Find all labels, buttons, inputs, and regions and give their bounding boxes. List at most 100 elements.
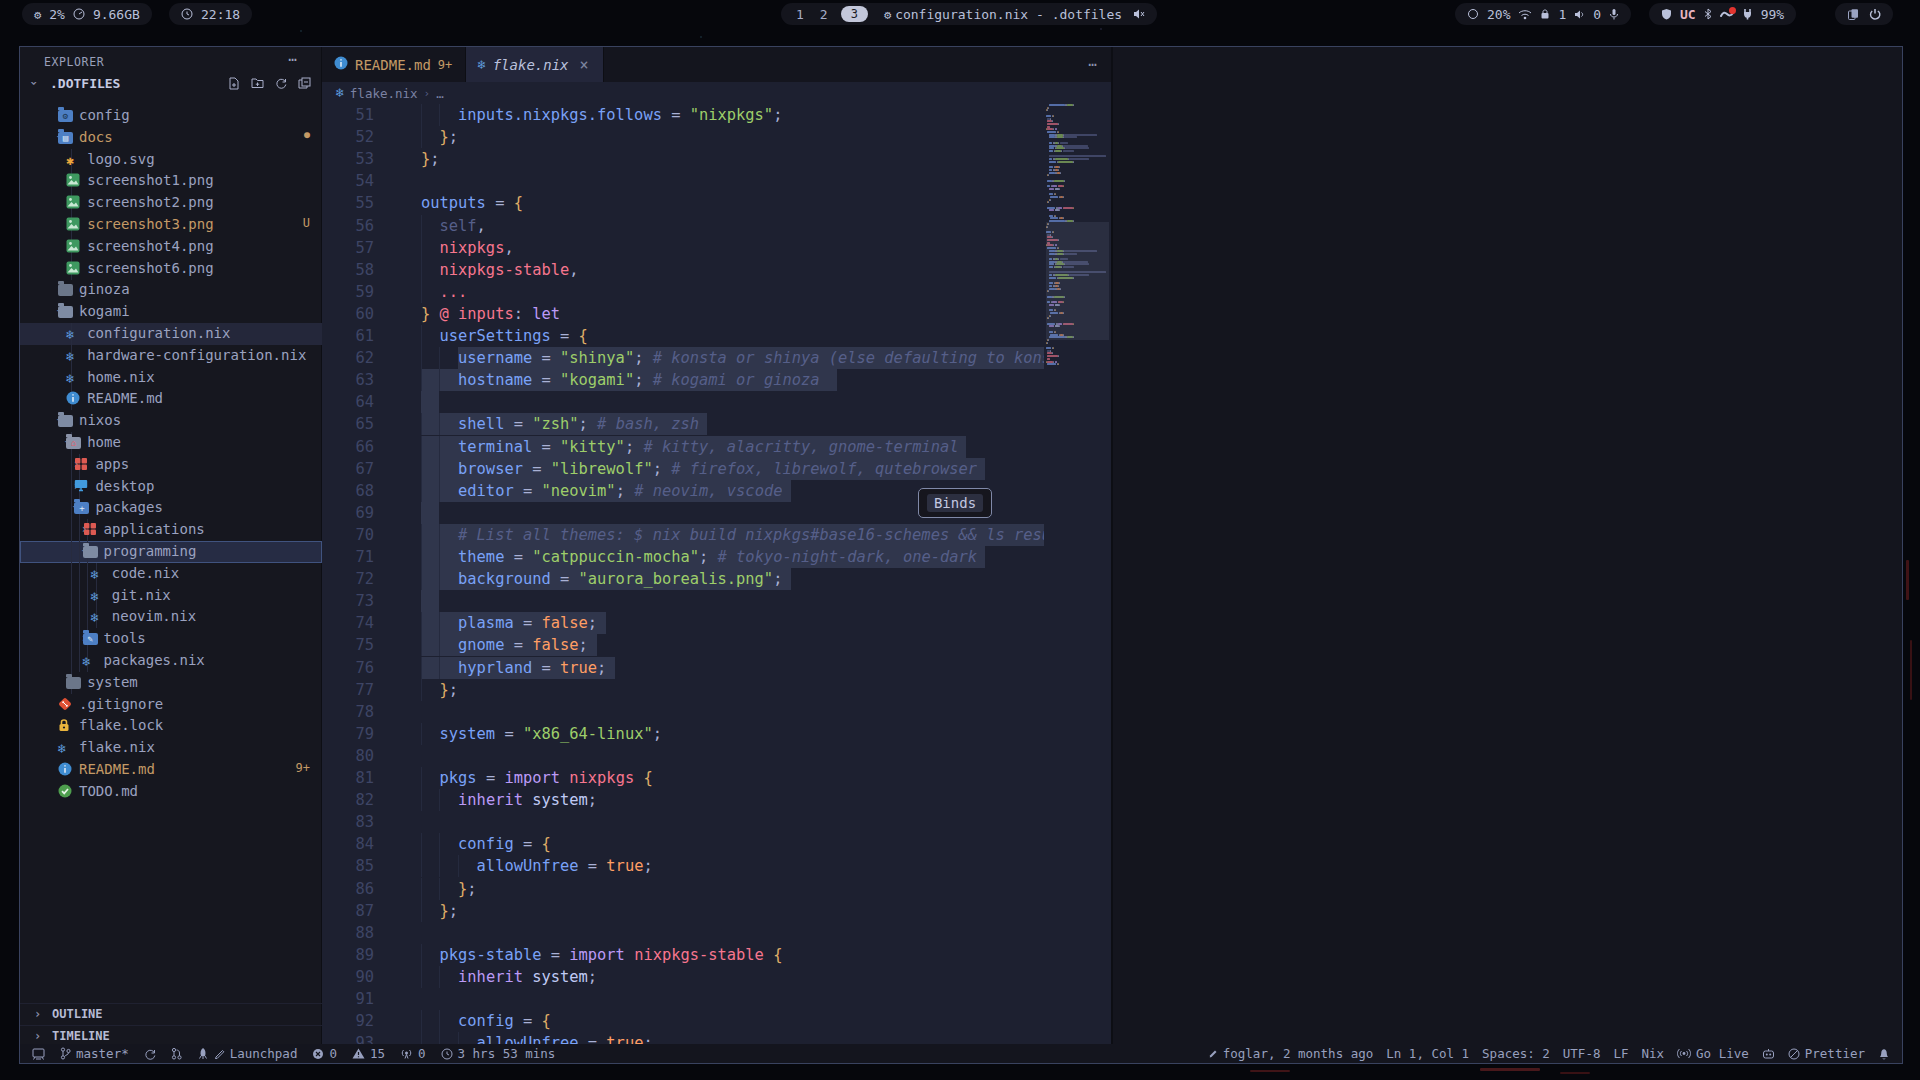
- breadcrumb-item[interactable]: flake.nix: [350, 86, 418, 101]
- file-icon: [83, 522, 99, 538]
- tree-item-screenshot1.png[interactable]: screenshot1.png: [20, 170, 322, 192]
- workspace[interactable]: 1: [793, 7, 807, 22]
- mic-icon: [1609, 8, 1619, 20]
- editor-actions-more[interactable]: ⋯: [1089, 56, 1097, 72]
- time-tracker[interactable]: 3 hrs 53 mins: [441, 1046, 556, 1061]
- radio-icon: [400, 1048, 413, 1060]
- tab-close-icon[interactable]: ×: [580, 56, 589, 74]
- tree-item-desktop[interactable]: ›desktop: [20, 476, 322, 498]
- volume-value: 0: [1593, 7, 1601, 22]
- git-sync[interactable]: [144, 1048, 156, 1060]
- tree-item-screenshot4.png[interactable]: screenshot4.png: [20, 236, 322, 258]
- explorer-root[interactable]: › .DOTFILES: [20, 73, 321, 95]
- power-icon[interactable]: [1869, 8, 1881, 20]
- git-branch[interactable]: master*: [60, 1046, 129, 1061]
- tree-item-applications[interactable]: ›applications: [20, 519, 322, 541]
- minimap[interactable]: [1046, 104, 1109, 366]
- tree-item-git.nix[interactable]: ❄git.nix: [20, 585, 322, 607]
- go-live[interactable]: Go Live: [1677, 1046, 1749, 1061]
- newfile-icon[interactable]: [228, 77, 240, 93]
- cursor-position[interactable]: Ln 1, Col 1: [1386, 1046, 1469, 1061]
- code-editor[interactable]: 51 inputs.nixpkgs.follows = "nixpkgs";52…: [322, 104, 1111, 1044]
- workspace-title-pill: 123⚙configuration.nix - .dotfiles: [781, 3, 1157, 25]
- item-label: code.nix: [112, 565, 179, 581]
- newfolder-icon[interactable]: [251, 77, 264, 93]
- tree-item-flake.lock[interactable]: flake.lock: [20, 715, 322, 737]
- tree-item-tools[interactable]: ›✎tools: [20, 628, 322, 650]
- encoding[interactable]: UTF-8: [1563, 1046, 1601, 1061]
- tab-bar: README.md9+❄flake.nix× ⋯: [322, 47, 1111, 82]
- item-label: packages.nix: [104, 652, 205, 668]
- system-bar: ⚙2%9.66GB22:18123⚙configuration.nix - .d…: [0, 0, 1920, 32]
- tree-item-logo.svg[interactable]: ✱logo.svg: [20, 149, 322, 171]
- copilot[interactable]: [1762, 1048, 1775, 1059]
- prettier[interactable]: Prettier: [1788, 1046, 1865, 1061]
- breadcrumbs[interactable]: ❄flake.nix›…: [322, 82, 1111, 104]
- tree-item-neovim.nix[interactable]: ❄neovim.nix: [20, 606, 322, 628]
- tab-README.md[interactable]: README.md9+: [322, 47, 466, 82]
- file-icon: [58, 718, 74, 734]
- tree-item-hardware-configuration.nix[interactable]: ❄hardware-configuration.nix: [20, 345, 322, 367]
- ports[interactable]: 0: [400, 1046, 426, 1061]
- file-icon: [58, 304, 74, 320]
- tree-item-config[interactable]: ›⚙config: [20, 105, 322, 127]
- refresh-icon[interactable]: [275, 77, 287, 93]
- warnings[interactable]: 15: [352, 1046, 385, 1061]
- tree-item-screenshot2.png[interactable]: screenshot2.png: [20, 192, 322, 214]
- indentation[interactable]: Spaces: 2: [1482, 1046, 1550, 1061]
- workspace-active[interactable]: 3: [841, 6, 868, 22]
- tree-item-system[interactable]: ›system: [20, 672, 322, 694]
- tree-item-README.md[interactable]: README.md9+: [20, 759, 322, 781]
- pull-request[interactable]: [171, 1047, 182, 1060]
- tree-item-code.nix[interactable]: ❄code.nix: [20, 563, 322, 585]
- binds-popup[interactable]: Binds: [918, 488, 992, 518]
- tree-item-home.nix[interactable]: ❄home.nix: [20, 367, 322, 389]
- item-label: flake.lock: [79, 717, 163, 733]
- breadcrumb-item[interactable]: …: [436, 86, 444, 101]
- tree-item-screenshot3.png[interactable]: screenshot3.pngU: [20, 214, 322, 236]
- file-icon: [83, 544, 99, 560]
- file-icon: [66, 675, 82, 691]
- tree-item-programming[interactable]: ›programming: [20, 541, 322, 563]
- tree-item-README.md[interactable]: README.md: [20, 388, 322, 410]
- explorer-more-icon[interactable]: ⋯: [289, 51, 297, 67]
- tree-item-.gitignore[interactable]: .gitignore: [20, 694, 322, 716]
- tree-item-flake.nix[interactable]: ❄flake.nix: [20, 737, 322, 759]
- file-icon: ✱: [66, 152, 82, 168]
- tree-item-home[interactable]: ›⌂home: [20, 432, 322, 454]
- tree-item-screenshot6.png[interactable]: screenshot6.png: [20, 258, 322, 280]
- remote-icon: [32, 1048, 45, 1060]
- launchpad[interactable]: Launchpad: [197, 1046, 298, 1061]
- editor-group-divider[interactable]: [1111, 47, 1113, 1046]
- system-stats-pill: ⚙2%9.66GB: [22, 3, 152, 25]
- panel-outline[interactable]: ›OUTLINE: [20, 1003, 322, 1025]
- tree-item-configuration.nix[interactable]: ❄configuration.nix: [20, 323, 322, 345]
- file-icon: [58, 413, 74, 429]
- tree-item-packages[interactable]: ›+packages: [20, 497, 322, 519]
- tree-item-TODO.md[interactable]: TODO.md: [20, 781, 322, 803]
- language-mode[interactable]: Nix: [1642, 1046, 1665, 1061]
- item-label: README.md: [87, 390, 163, 406]
- item-label: screenshot2.png: [87, 194, 213, 210]
- tab-flake.nix[interactable]: ❄flake.nix×: [466, 47, 604, 82]
- item-label: tools: [104, 630, 146, 646]
- slash-icon: [1788, 1048, 1800, 1060]
- mouse-icon: [1720, 9, 1734, 19]
- tree-item-apps[interactable]: ›apps: [20, 454, 322, 476]
- item-label: apps: [95, 456, 129, 472]
- collapse-icon[interactable]: [298, 77, 311, 93]
- git-blame[interactable]: foglar, 2 months ago: [1208, 1046, 1374, 1061]
- notifications[interactable]: [1878, 1048, 1890, 1060]
- clipboard-icon[interactable]: [1847, 8, 1859, 21]
- workspace[interactable]: 2: [817, 7, 831, 22]
- bell-icon: [1878, 1048, 1890, 1060]
- explorer-sidebar: EXPLORER ⋯ › .DOTFILES ›⚙config›▤docs●✱l…: [20, 47, 322, 1046]
- errors[interactable]: 0: [312, 1046, 337, 1061]
- tree-item-ginoza[interactable]: ›ginoza: [20, 279, 322, 301]
- tree-item-nixos[interactable]: ›nixos: [20, 410, 322, 432]
- eol[interactable]: LF: [1613, 1046, 1628, 1061]
- tree-item-kogami[interactable]: ›kogami: [20, 301, 322, 323]
- tree-item-packages.nix[interactable]: ❄packages.nix: [20, 650, 322, 672]
- remote-indicator[interactable]: [32, 1048, 45, 1060]
- tree-item-docs[interactable]: ›▤docs●: [20, 127, 322, 149]
